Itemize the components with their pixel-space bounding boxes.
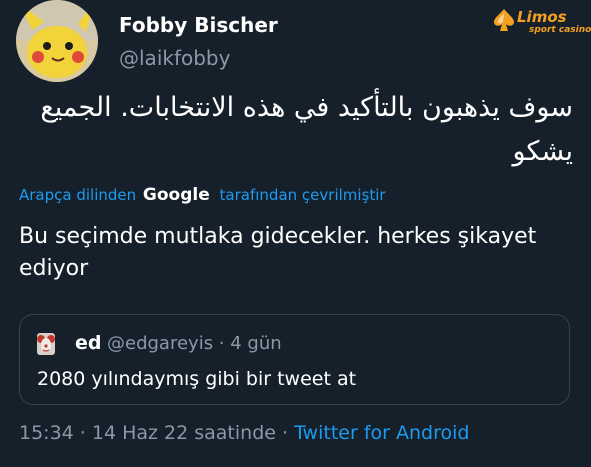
clown-avatar-icon bbox=[37, 333, 55, 355]
author-handle[interactable]: @laikfobby bbox=[119, 46, 230, 70]
translation-suffix[interactable]: tarafından çevrilmiştir bbox=[220, 186, 386, 204]
tweet-meta: 15:34 · 14 Haz 22 saatinde · Twitter for… bbox=[19, 422, 469, 444]
author-avatar[interactable] bbox=[16, 0, 98, 82]
quoted-author-avatar[interactable] bbox=[37, 333, 55, 355]
author-name[interactable]: Fobby Bischer bbox=[119, 13, 278, 37]
quoted-tweet-card[interactable]: ed @edgareyis · 4 gün 2080 yılındaymış g… bbox=[19, 314, 570, 405]
pikachu-avatar-icon bbox=[16, 0, 98, 82]
tweet-original-text: سوف يذهبون بالتأكيد في هذه الانتخابات. ا… bbox=[40, 92, 573, 167]
quoted-author-name[interactable]: ed bbox=[75, 332, 102, 354]
watermark-tagline: sport casino bet bbox=[529, 25, 591, 35]
tweet-translated-text: Bu seçimde mutlaka gidecekler. herkes şi… bbox=[19, 224, 537, 281]
quoted-author-handle-time[interactable]: @edgareyis · 4 gün bbox=[107, 333, 282, 354]
watermark-brand: Limos bbox=[517, 8, 567, 26]
quoted-tweet-text: 2080 yılındaymış gibi bir tweet at bbox=[37, 368, 357, 390]
watermark-logo: Limos sport casino bet bbox=[493, 8, 591, 36]
translation-attribution: Arapça dilinden Google tarafından çevril… bbox=[19, 185, 386, 205]
tweet-timestamp[interactable]: 15:34 · 14 Haz 22 saatinde · bbox=[19, 422, 288, 444]
translation-prefix[interactable]: Arapça dilinden bbox=[19, 186, 136, 204]
google-logo: Google bbox=[142, 185, 210, 205]
tweet-source[interactable]: Twitter for Android bbox=[294, 422, 469, 444]
spade-icon bbox=[494, 9, 514, 31]
